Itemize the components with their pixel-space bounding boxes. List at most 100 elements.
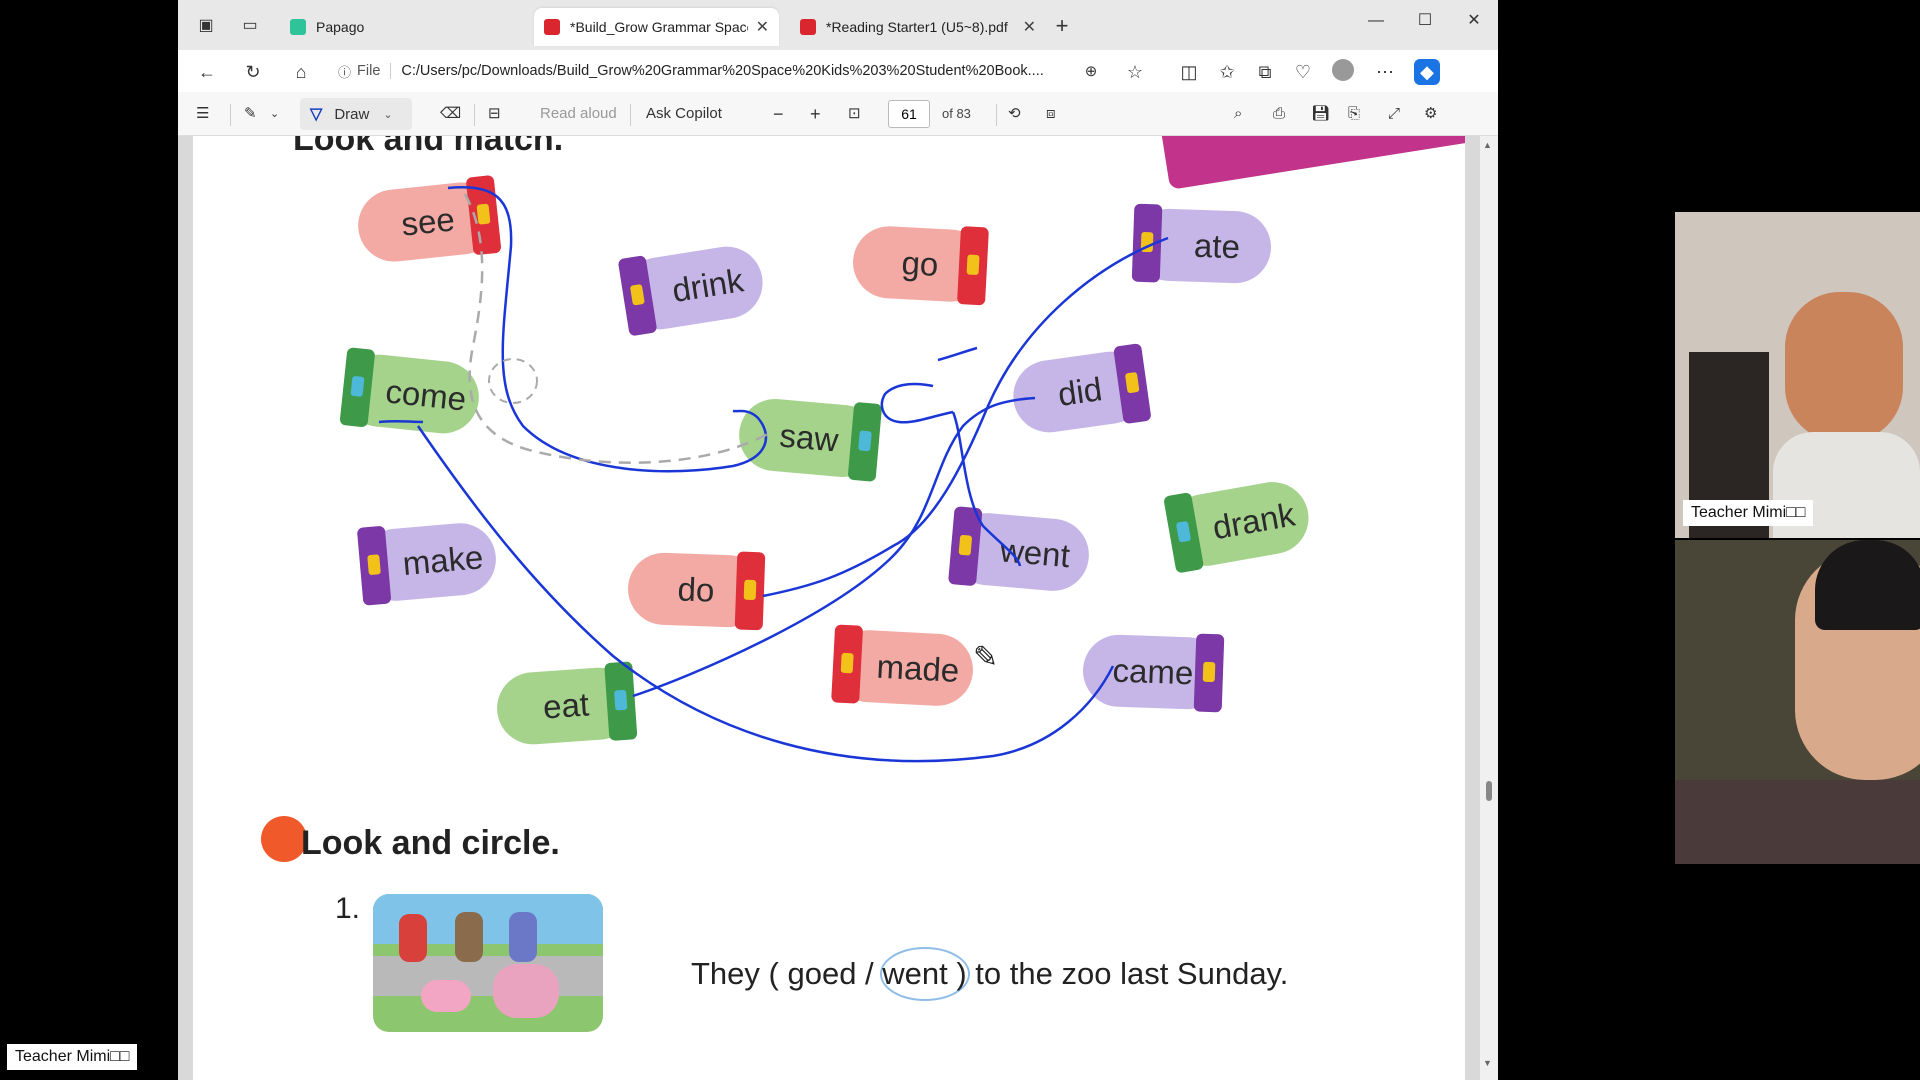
ink-stroke [937,346,978,362]
mitten-cuff [465,174,502,256]
refresh-icon[interactable]: ↻ [240,59,266,85]
scroll-up-icon[interactable]: ▲ [1483,140,1492,150]
mitten-cuff [1131,203,1163,283]
fullscreen-icon[interactable]: ⤢ [1388,102,1400,126]
favorites-icon[interactable]: ✩ [1214,59,1240,85]
scroll-down-icon[interactable]: ▼ [1483,1058,1492,1068]
mitten-cuff [1193,633,1225,713]
divider [630,104,631,126]
copilot-icon[interactable]: ◆ [1414,59,1440,85]
mitten-cuff [604,661,638,742]
search-icon[interactable]: ⌕ [1234,102,1242,126]
chevron-down-icon[interactable]: ⌄ [270,102,279,126]
mitten-drank: drank [1163,476,1315,574]
question-sentence: They ( goed / went ) to the zoo last Sun… [691,956,1289,991]
pdf-viewer[interactable]: Look and match. see drink go ate come sa… [178,136,1498,1080]
settings-gear-icon[interactable]: ⚙ [1424,102,1437,126]
tab-build-grow[interactable]: *Build_Grow Grammar Space Kid ✕ [534,8,779,46]
draw-pen-icon: ▽ [310,106,323,123]
screen: ▣ ▭ Papago ✕ *Build_Grow Grammar Space K… [0,0,1920,1080]
mitten-ate: ate [1131,203,1273,285]
back-icon[interactable]: ← [194,59,220,85]
mitten-drink: drink [617,241,768,337]
close-tab-icon[interactable]: ✕ [756,17,769,37]
mitten-cuff [947,506,983,587]
rotate-icon[interactable]: ⟲ [1008,102,1021,126]
minimize-icon[interactable]: — [1356,6,1396,36]
scroll-thumb[interactable] [1486,781,1492,801]
ink-dashed-stroke [463,193,774,464]
split-screen-icon[interactable]: ◫ [1176,59,1202,85]
maximize-icon[interactable]: ☐ [1405,6,1445,36]
page-scrollbar[interactable]: ▲ ▼ [1480,136,1498,1080]
fit-page-icon[interactable]: ⊡ [848,102,861,126]
save-as-icon[interactable]: ⎘ [1348,102,1360,126]
presenter-name-label: Teacher Mimi□□ [7,1044,138,1070]
question-number: 1. [335,892,361,925]
mitten-cuff [1113,343,1152,425]
browser-essentials-icon[interactable]: ♡ [1290,59,1316,85]
draw-label: Draw [334,105,370,123]
mitten-made: made [831,624,975,708]
chevron-down-icon[interactable]: ⌄ [383,108,392,121]
teacher-name-label: Teacher Mimi□□ [1683,500,1814,526]
zoom-in-icon[interactable]: + [810,102,821,126]
page-view-icon[interactable]: ⊟ [488,102,501,126]
mitten-went: went [947,506,1092,594]
draw-button[interactable]: ▽ Draw ⌄ [300,98,412,130]
mitten-make: make [356,520,499,606]
print-icon[interactable]: ⎙ [1273,102,1285,126]
read-aloud-button[interactable]: Read aloud [540,102,617,126]
collections-icon[interactable]: ⧉ [1252,59,1278,85]
two-page-view-icon[interactable]: ⧈ [1046,102,1056,126]
profile-avatar-icon[interactable] [1330,59,1356,85]
ink-dashed-circle [488,358,538,404]
home-icon[interactable]: ⌂ [288,59,314,85]
tab-label: *Reading Starter1 (U5~8).pdf [826,19,1008,35]
mitten-cuff [831,624,864,704]
eraser-icon[interactable]: ⌫ [440,102,461,126]
ask-copilot-button[interactable]: Ask Copilot [646,102,722,126]
more-menu-icon[interactable]: ⋯ [1372,59,1398,85]
zoom-icon[interactable]: ⊕ [1078,59,1104,85]
mitten-cuff [847,401,883,482]
close-icon[interactable]: ✕ [1454,6,1494,36]
mitten-cuff [734,551,766,631]
new-tab-icon[interactable]: + [1050,14,1074,38]
highlight-icon[interactable]: ✎ [244,102,257,126]
mitten-go: go [851,224,990,306]
page-number-input[interactable]: 61 [888,100,930,128]
pdf-toolbar: ☰ ✎ ⌄ ▽ Draw ⌄ ⌫ ⊟ Read aloud Ask Copilo… [178,92,1498,136]
section-title: Look and circle. [301,824,560,862]
teacher-video-tile: Teacher Mimi□□ [1675,212,1920,538]
tab-actions-icon[interactable]: ▭ [238,14,262,38]
pencil-cursor-icon: ✎ [973,641,999,674]
mitten-do: do [626,551,766,631]
page-total: of 83 [942,106,971,121]
mitten-did: did [1008,343,1152,437]
ink-stroke [880,382,954,424]
browser-window: ▣ ▭ Papago ✕ *Build_Grow Grammar Space K… [178,0,1498,1080]
save-icon[interactable]: 💾︎ [1311,102,1330,126]
pdf-page: Look and match. see drink go ate come sa… [193,136,1465,1080]
tab-reading-starter[interactable]: *Reading Starter1 (U5~8).pdf ✕ [790,8,1046,46]
url-path: C:/Users/pc/Downloads/Build_Grow%20Gramm… [401,63,1044,79]
mitten-cuff [356,525,392,606]
mitten-see: see [354,174,502,266]
url-field[interactable]: ⓘ File C:/Users/pc/Downloads/Build_Grow%… [338,56,1118,86]
zoom-out-icon[interactable]: − [773,102,784,126]
mitten-cuff [956,226,990,306]
info-icon[interactable]: ⓘ [338,62,351,81]
contents-icon[interactable]: ☰ [196,102,209,126]
student-video-tile [1675,540,1920,864]
workspaces-icon[interactable]: ▣ [194,14,218,38]
close-tab-icon[interactable]: ✕ [1023,17,1036,37]
url-scheme: File [357,63,392,79]
decorative-banner [1159,136,1465,190]
favorite-star-icon[interactable]: ☆ [1122,59,1148,85]
mitten-came: came [1081,633,1225,713]
pdf-favicon-icon [544,19,560,35]
exercise-heading: Look and match. [293,136,564,158]
mitten-cuff [617,255,658,337]
tab-label: *Build_Grow Grammar Space Kid [570,19,748,35]
